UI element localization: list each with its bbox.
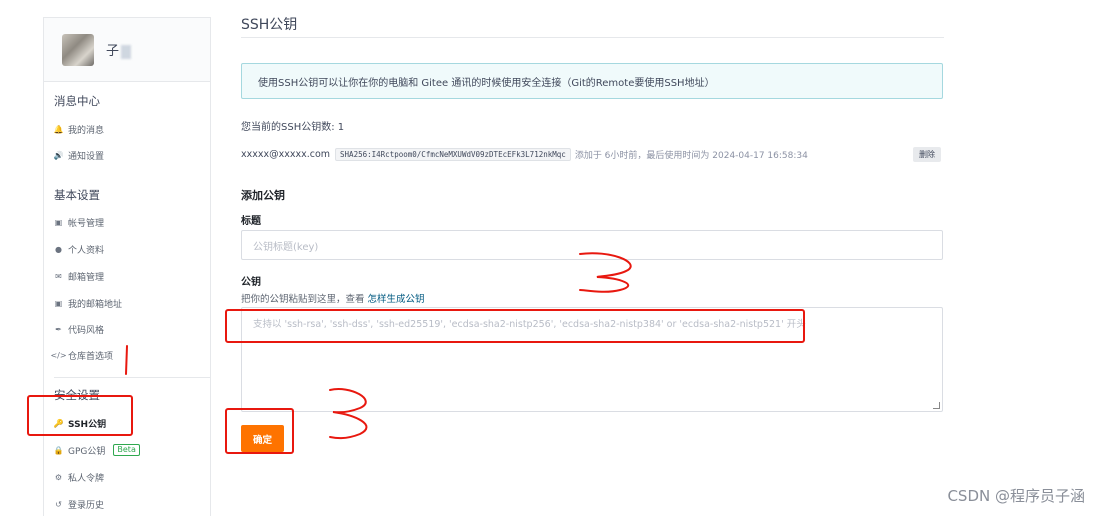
add-key-heading: 添加公钥 [241, 189, 285, 202]
username[interactable]: 子 [106, 40, 132, 59]
sidebar-item-my-messages[interactable]: 🔔 我的消息 [53, 122, 105, 136]
person-icon: ● [55, 244, 62, 254]
key-email: xxxxx@xxxxx.com [241, 148, 331, 160]
sidebar-item-gpg-keys[interactable]: 🔒 GPG公钥 Beta [54, 443, 140, 457]
pubkey-label: 公钥 [241, 277, 261, 288]
sidebar-item-my-email[interactable]: ▣ 我的邮箱地址 [54, 296, 122, 310]
username-blur [121, 44, 132, 59]
key-row: xxxxx@xxxxx.com SHA256:I4Rctpoom0/CfmcNe… [241, 147, 943, 162]
group-title-basic: 基本设置 [54, 188, 100, 202]
annotation-box-submit [225, 408, 294, 454]
settings-sidebar: 子 消息中心 🔔 我的消息 🔊 通知设置 基本设置 ▣ 帐号管理 ● 个人资料 … [43, 17, 211, 516]
key-count: 您当前的SSH公钥数: 1 [241, 122, 345, 133]
sidebar-item-label: 我的消息 [68, 125, 105, 136]
avatar[interactable] [62, 34, 94, 66]
sidebar-item-code-style[interactable]: ✒ 代码风格 [54, 322, 104, 336]
sidebar-divider [54, 377, 210, 378]
delete-key-button[interactable]: 删除 [913, 147, 941, 162]
sidebar-item-label: 登录历史 [68, 500, 105, 511]
key-title-placeholder: 公钥标题(key) [253, 242, 319, 253]
id-card-icon: ▣ [54, 217, 63, 227]
sidebar-item-label: 通知设置 [68, 151, 105, 162]
watermark: CSDN @程序员子涵 [947, 487, 1085, 505]
id-card-icon: ▣ [54, 298, 63, 308]
sidebar-item-account[interactable]: ▣ 帐号管理 [54, 215, 104, 229]
token-icon: ⚙ [54, 472, 63, 482]
sidebar-item-label: 帐号管理 [68, 218, 105, 229]
key-fingerprint: SHA256:I4Rctpoom0/CfmcNeMXUWdV09zDTEcEFk… [335, 147, 571, 161]
sidebar-item-repo-pref[interactable]: </> 仓库首选项 [50, 348, 114, 362]
group-title-messages: 消息中心 [54, 94, 100, 108]
sidebar-item-email[interactable]: ✉ 邮箱管理 [54, 269, 104, 283]
bell-icon: 🔔 [53, 124, 64, 134]
sidebar-item-label: 仓库首选项 [68, 351, 114, 362]
sidebar-item-label: GPG公钥 [68, 446, 106, 457]
brush-icon: ✒ [55, 324, 62, 334]
beta-badge: Beta [113, 444, 140, 456]
annotation-box-textarea [225, 309, 805, 343]
sidebar-item-label: 代码风格 [68, 325, 105, 336]
title-divider [241, 37, 944, 38]
history-icon: ↺ [55, 499, 62, 509]
lock-icon: 🔒 [53, 445, 64, 455]
username-text: 子 [106, 44, 120, 59]
info-text: 使用SSH公钥可以让你在你的电脑和 Gitee 通讯的时候使用安全连接（Git的… [258, 78, 715, 89]
sidebar-item-label: 我的邮箱地址 [68, 299, 123, 310]
sidebar-item-label: 个人资料 [68, 245, 105, 256]
ssh-key-settings-page: 子 消息中心 🔔 我的消息 🔊 通知设置 基本设置 ▣ 帐号管理 ● 个人资料 … [0, 0, 1099, 516]
sidebar-item-tokens[interactable]: ⚙ 私人令牌 [54, 470, 104, 484]
key-title-input[interactable]: 公钥标题(key) [241, 230, 943, 260]
how-to-generate-link[interactable]: 怎样生成公钥 [368, 294, 425, 305]
title-label: 标题 [241, 216, 261, 227]
sidebar-item-profile[interactable]: ● 个人资料 [54, 242, 104, 256]
envelope-icon: ✉ [55, 271, 62, 281]
code-icon: </> [50, 350, 67, 360]
key-meta: 添加于 6小时前，最后使用时间为 2024-04-17 16:58:34 [574, 150, 808, 161]
user-profile: 子 [44, 18, 210, 82]
speaker-icon: 🔊 [53, 150, 64, 160]
sidebar-item-label: 邮箱管理 [68, 272, 105, 283]
sidebar-item-login-history[interactable]: ↺ 登录历史 [54, 497, 104, 511]
pubkey-hint: 把你的公钥粘贴到这里，查看 怎样生成公钥 [241, 291, 425, 305]
resize-handle[interactable] [933, 402, 940, 409]
sidebar-item-notify-settings[interactable]: 🔊 通知设置 [53, 148, 105, 162]
annotation-box-ssh [27, 395, 133, 436]
sidebar-item-label: 私人令牌 [68, 473, 105, 484]
hint-text: 把你的公钥粘贴到这里，查看 [241, 294, 368, 305]
info-banner: 使用SSH公钥可以让你在你的电脑和 Gitee 通讯的时候使用安全连接（Git的… [241, 63, 943, 99]
page-title: SSH公钥 [241, 17, 298, 33]
